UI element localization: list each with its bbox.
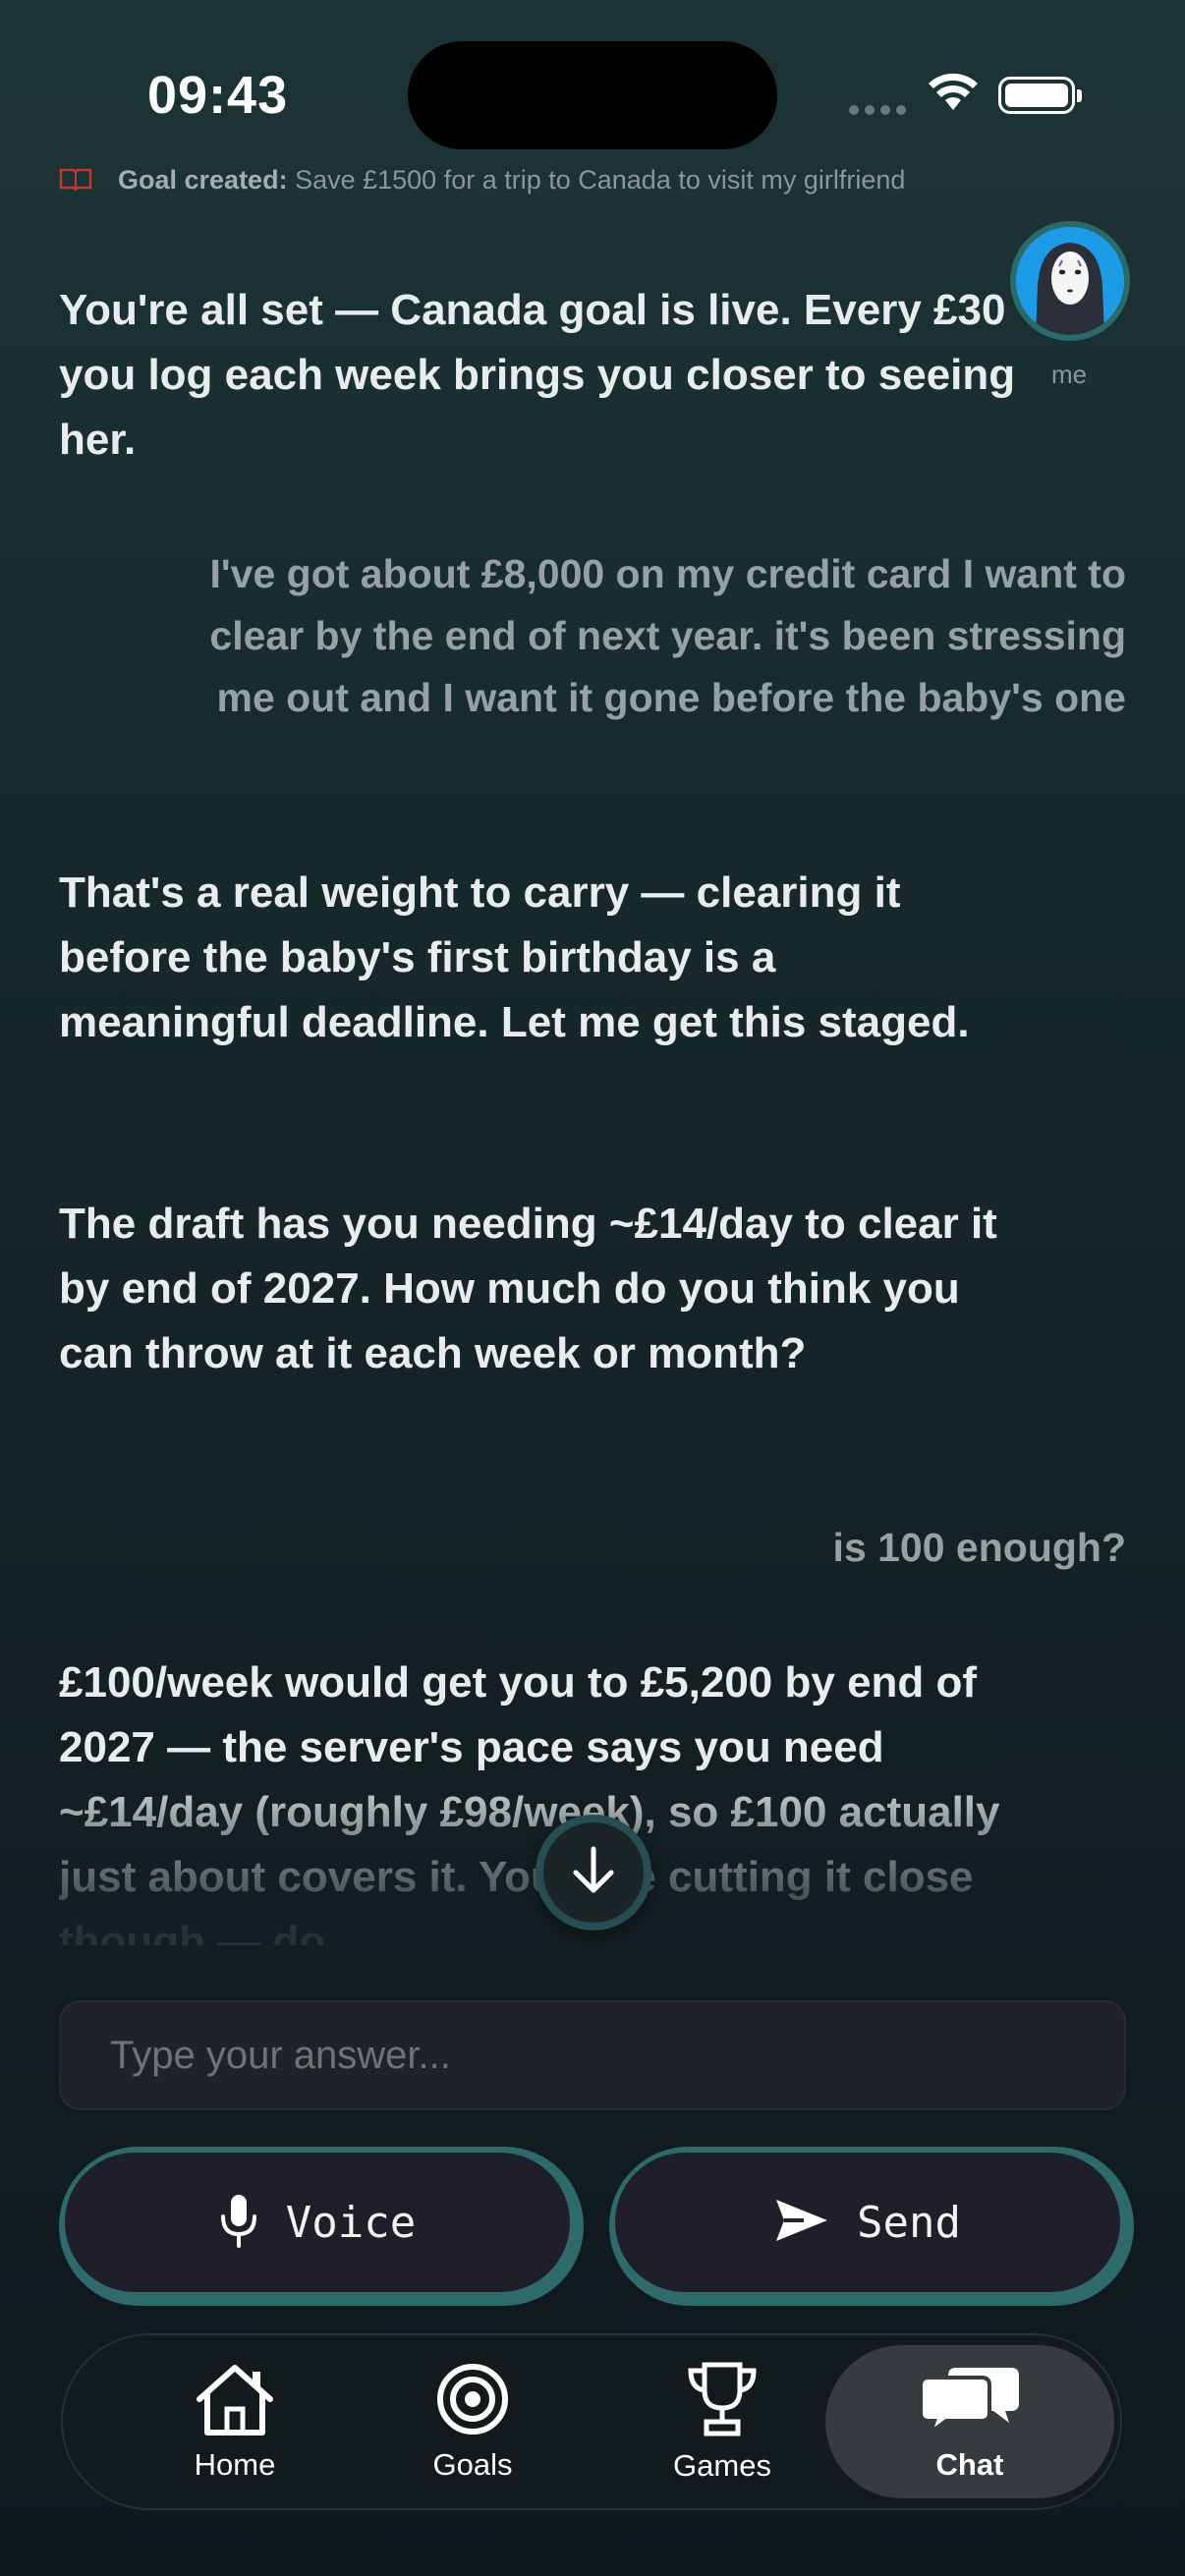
voice-button[interactable]: Voice xyxy=(59,2147,584,2306)
home-icon xyxy=(194,2362,276,2441)
status-time: 09:43 xyxy=(147,66,289,125)
user-message: is 100 enough? xyxy=(832,1525,1126,1570)
target-icon xyxy=(435,2362,510,2441)
goal-banner-prefix: Goal created: xyxy=(118,165,288,195)
wifi-icon xyxy=(927,73,980,117)
tab-goals-label: Goals xyxy=(432,2446,513,2482)
tab-home-label: Home xyxy=(194,2446,276,2482)
cellular-signal-icon xyxy=(849,102,912,120)
assistant-message: That's a real weight to carry — clearing… xyxy=(59,868,970,1046)
avatar-label: me xyxy=(1051,360,1088,389)
tab-games[interactable]: Games xyxy=(609,2335,835,2508)
goal-banner-description: Save £1500 for a trip to Canada to visit… xyxy=(295,165,906,195)
trophy-icon xyxy=(685,2361,760,2442)
chat-bubbles-icon xyxy=(919,2362,1021,2441)
answer-input[interactable] xyxy=(59,2000,1126,2110)
voice-button-label: Voice xyxy=(285,2197,417,2248)
tab-home[interactable]: Home xyxy=(122,2335,348,2508)
avatar[interactable] xyxy=(1010,221,1130,341)
assistant-message: The draft has you needing ~£14/day to cl… xyxy=(59,1200,997,1377)
goal-banner-text: Goal created: Save £1500 for a trip to C… xyxy=(118,159,924,200)
assistant-message: You're all set — Canada goal is live. Ev… xyxy=(59,286,1016,464)
book-icon xyxy=(59,167,92,196)
tab-chat[interactable]: Chat xyxy=(825,2345,1114,2498)
dynamic-island xyxy=(408,41,777,149)
battery-icon xyxy=(998,77,1082,114)
tab-goals[interactable]: Goals xyxy=(360,2335,586,2508)
send-icon xyxy=(774,2198,829,2248)
microphone-icon xyxy=(219,2193,258,2253)
tab-chat-label: Chat xyxy=(935,2446,1004,2482)
user-message: I've got about £8,000 on my credit card … xyxy=(209,551,1126,720)
tab-bar: Home Goals Games Chat xyxy=(61,2333,1122,2510)
send-button-label: Send xyxy=(857,2197,961,2248)
scroll-to-bottom-button[interactable] xyxy=(536,1815,651,1931)
arrow-down-icon xyxy=(570,1845,617,1901)
tab-games-label: Games xyxy=(673,2447,771,2483)
send-button[interactable]: Send xyxy=(609,2147,1134,2306)
